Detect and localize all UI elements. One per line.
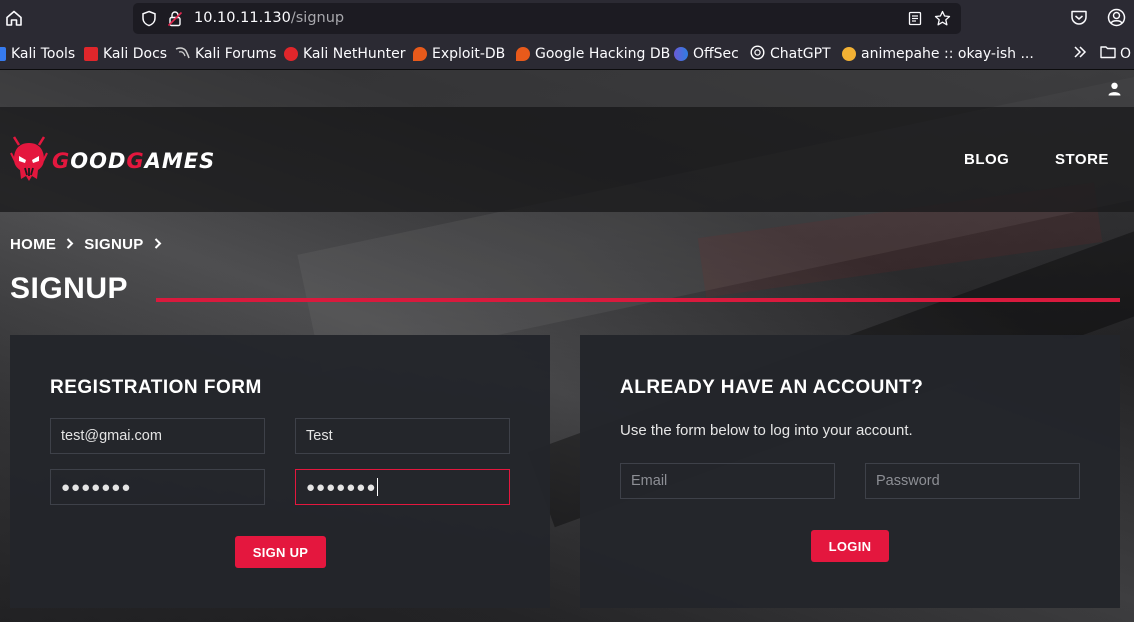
text-caret (377, 478, 379, 496)
bookmark-label: ChatGPT (770, 46, 831, 62)
page-content: GOODGAMES BLOG STORE HOME SIGNUP SIGNUP … (0, 70, 1134, 622)
page-title: SIGNUP (10, 272, 129, 305)
bookmark-star-icon[interactable] (934, 10, 951, 31)
chevron-double-right-icon[interactable] (1072, 43, 1088, 65)
registration-panel: REGISTRATION FORM test@gmai.com Test ●●●… (10, 335, 550, 608)
bookmark-label: animepahe :: okay-ish ... (861, 46, 1034, 62)
animepahe-icon (842, 47, 856, 61)
email-field-value: test@gmai.com (61, 428, 162, 444)
folder-icon (1100, 45, 1116, 63)
registration-title: REGISTRATION FORM (50, 377, 262, 398)
home-icon[interactable] (4, 8, 24, 28)
chatgpt-icon (750, 44, 765, 64)
tracking-protection-icon[interactable] (141, 10, 157, 31)
offsec-icon (674, 47, 688, 61)
name-field-value: Test (306, 428, 333, 444)
ghdb-icon (516, 47, 530, 61)
site-header: GOODGAMES BLOG STORE (0, 107, 1134, 212)
confirm-password-field[interactable]: ●●●●●●● (295, 469, 510, 505)
site-topbar (0, 70, 1134, 107)
chevron-right-icon (66, 237, 74, 252)
title-divider (156, 298, 1120, 302)
bookmark-label: Google Hacking DB (535, 46, 671, 62)
browser-toolbar: 10.10.11.130/signup (0, 0, 1134, 37)
login-button[interactable]: LOGIN (811, 530, 889, 562)
bookmark-kali-tools[interactable]: Kali Tools (0, 45, 75, 63)
address-bar[interactable]: 10.10.11.130/signup (133, 3, 961, 34)
name-field[interactable]: Test (295, 418, 510, 454)
site-logo[interactable]: GOODGAMES (10, 135, 215, 187)
login-password-field[interactable]: Password (865, 463, 1080, 499)
bookmark-kali-nethunter[interactable]: Kali NetHunter (284, 45, 405, 63)
breadcrumb: HOME SIGNUP (10, 236, 172, 253)
bookmark-google-hacking-db[interactable]: Google Hacking DB (516, 45, 670, 63)
bookmark-animepahe[interactable]: animepahe :: okay-ish ... (842, 45, 1034, 63)
logo-wordmark: GOODGAMES (52, 149, 216, 173)
exploit-db-icon (413, 47, 427, 61)
url-path: /signup (290, 10, 345, 26)
breadcrumb-home[interactable]: HOME (10, 236, 56, 253)
skull-logo-icon (10, 135, 48, 187)
login-email-field[interactable]: Email (620, 463, 835, 499)
bookmark-kali-docs[interactable]: Kali Docs (84, 45, 167, 63)
kali-forums-icon (175, 45, 190, 64)
pocket-icon[interactable] (1070, 9, 1088, 30)
nav-blog[interactable]: BLOG (964, 151, 1009, 168)
insecure-lock-icon[interactable] (167, 10, 183, 31)
user-icon[interactable] (1108, 81, 1121, 100)
sign-up-button[interactable]: SIGN UP (235, 536, 326, 568)
login-password-placeholder: Password (876, 473, 940, 489)
bookmark-exploit-db[interactable]: Exploit-DB (413, 45, 505, 63)
email-field[interactable]: test@gmai.com (50, 418, 265, 454)
other-bookmarks-label: O (1120, 46, 1132, 62)
other-bookmarks[interactable]: O (1100, 45, 1131, 63)
bookmark-label: Kali Docs (103, 46, 168, 62)
password-field-value: ●●●●●●● (61, 478, 132, 496)
bookmark-label: Kali NetHunter (303, 46, 406, 62)
url-host: 10.10.11.130 (194, 10, 291, 26)
bookmark-label: OffSec (693, 46, 739, 62)
firefox-account-icon[interactable] (1107, 8, 1126, 31)
login-email-placeholder: Email (631, 473, 668, 489)
bookmark-label: Exploit-DB (432, 46, 506, 62)
bookmark-chatgpt[interactable]: ChatGPT (750, 44, 831, 64)
bookmarks-toolbar: Kali Tools Kali Docs Kali Forums Kali Ne… (0, 37, 1134, 70)
breadcrumb-current[interactable]: SIGNUP (84, 236, 143, 253)
login-description: Use the form below to log into your acco… (620, 422, 913, 439)
nav-store[interactable]: STORE (1055, 151, 1109, 168)
chevron-right-icon (154, 237, 162, 252)
kali-nethunter-icon (284, 47, 298, 61)
confirm-password-field-value: ●●●●●●● (306, 478, 377, 496)
bookmark-label: Kali Tools (11, 46, 76, 62)
login-panel: ALREADY HAVE AN ACCOUNT? Use the form be… (580, 335, 1120, 608)
bookmark-kali-forums[interactable]: Kali Forums (175, 45, 276, 63)
url-text[interactable]: 10.10.11.130/signup (194, 10, 344, 26)
bookmark-label: Kali Forums (195, 46, 277, 62)
bookmark-offsec[interactable]: OffSec (674, 45, 739, 63)
reader-view-icon[interactable] (908, 11, 922, 30)
kali-tools-icon (0, 47, 6, 61)
login-title: ALREADY HAVE AN ACCOUNT? (620, 377, 924, 398)
password-field[interactable]: ●●●●●●● (50, 469, 265, 505)
kali-docs-icon (84, 47, 98, 61)
